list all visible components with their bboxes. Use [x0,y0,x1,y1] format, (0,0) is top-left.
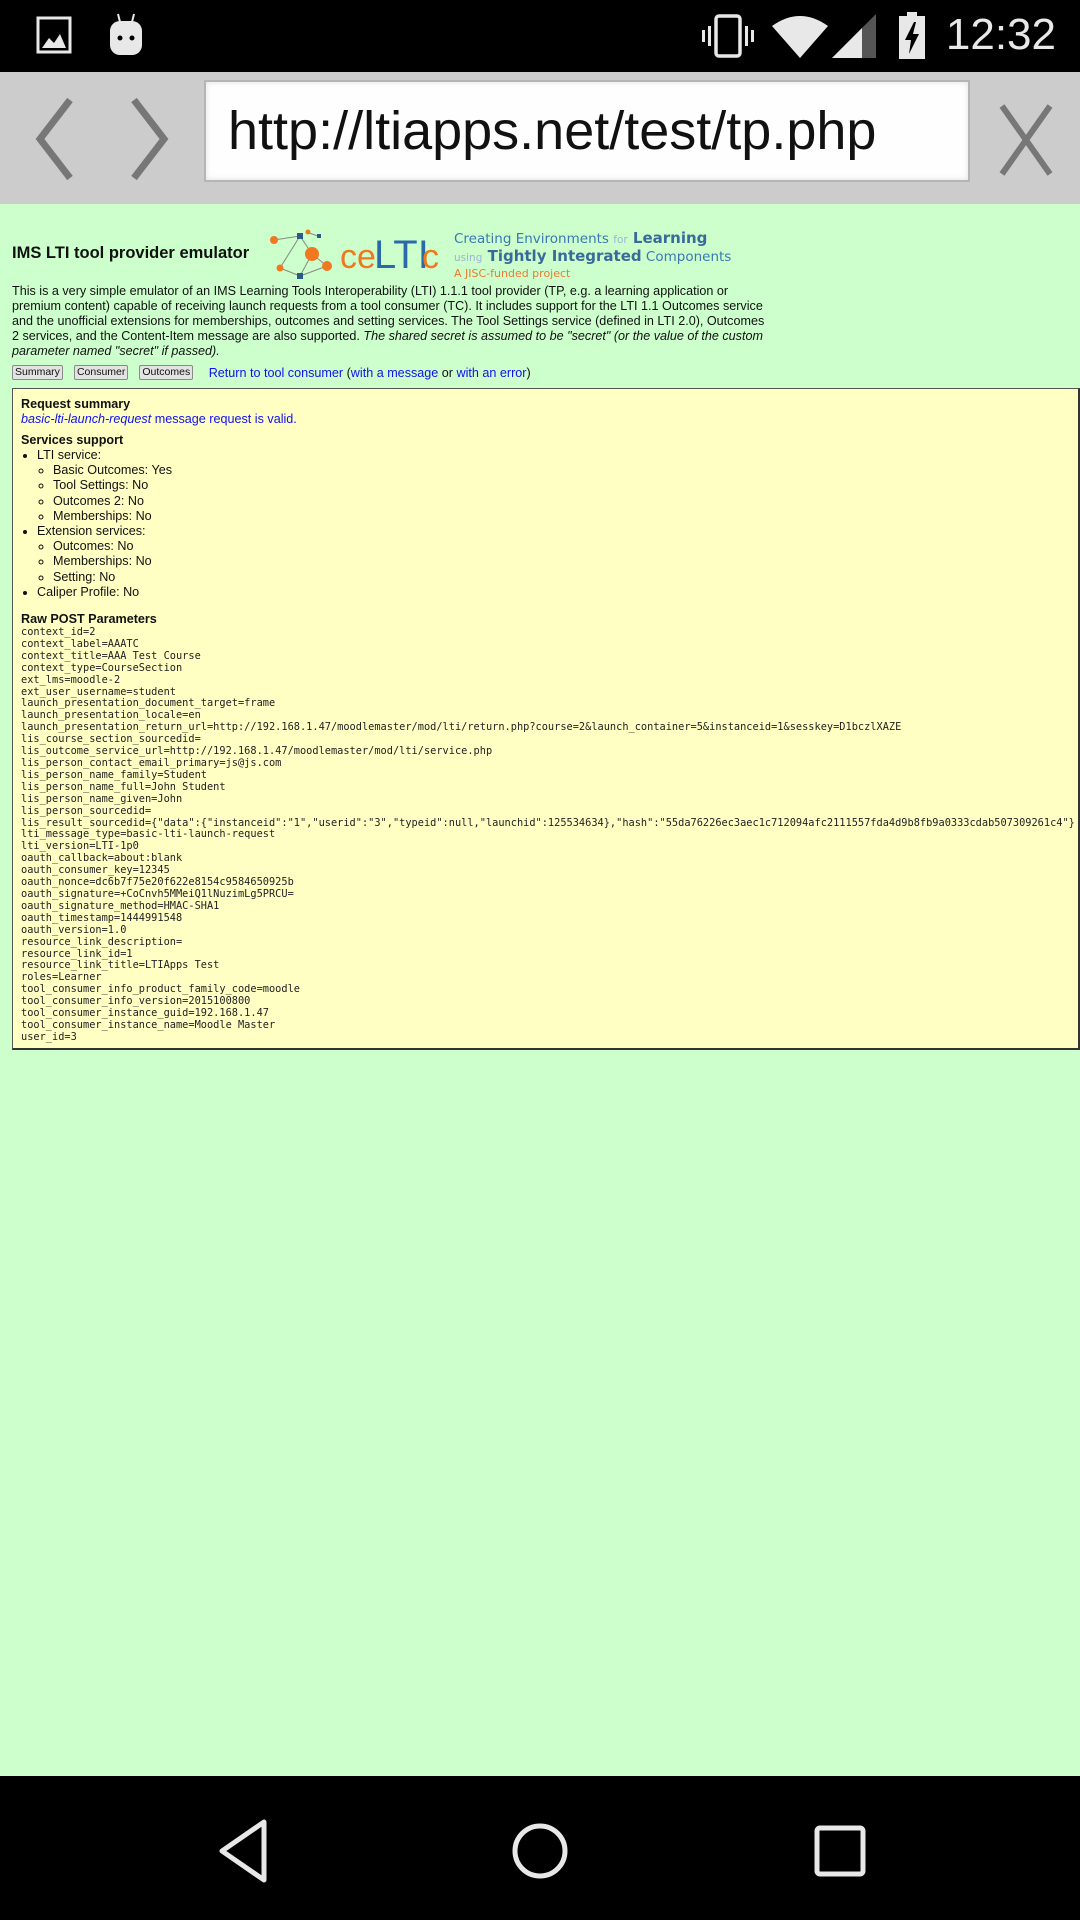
url-bar[interactable] [204,80,970,182]
service-item: Tool Settings: No [53,478,1071,493]
raw-param-line: lis_person_name_full=John Student [21,780,226,793]
service-item: Memberships: No [53,554,1071,569]
raw-param-line: context_type=CourseSection [21,661,183,674]
chevron-right-icon [131,97,169,181]
services-list: LTI service: Basic Outcomes: Yes Tool Se… [21,448,1071,600]
tagline-line-3: A JISC-funded project [454,267,571,280]
back-button[interactable] [28,94,88,184]
page-title: IMS LTI tool provider emulator [12,244,250,262]
validity-message: basic-lti-launch-request message request… [21,412,297,426]
raw-param-line: tool_consumer_info_product_family_code=m… [21,983,300,996]
return-with-error-link[interactable]: with an error [457,366,527,380]
raw-param-line: lis_person_contact_email_primary=js@js.c… [21,757,282,769]
raw-param-line: oauth_nonce=dc6b7f75e20f622e8154c9584650… [21,876,294,889]
raw-param-line: launch_presentation_document_target=fram… [21,697,276,710]
raw-param-line: resource_link_description= [21,935,183,948]
consumer-button[interactable]: Consumer [73,365,129,381]
service-group-caliper: Caliper Profile: No [37,585,1071,600]
raw-param-line: lis_course_section_sourcedid= [21,733,201,746]
raw-param-line: lis_result_sourcedid={"data":{"instancei… [21,816,1075,829]
nav-back-button[interactable] [208,1816,278,1886]
service-group-lti: LTI service: Basic Outcomes: Yes Tool Se… [37,448,1071,524]
service-item: Memberships: No [53,509,1071,524]
cell-signal-icon [832,14,876,58]
raw-post-heading: Raw POST Parameters [21,612,157,627]
service-group-extension: Extension services: Outcomes: No Members… [37,524,1071,585]
raw-param-line: lti_version=LTI-1p0 [21,840,139,853]
web-page: IMS LTI tool provider emulator ce LTI c … [0,204,1080,1776]
raw-param-line: tool_consumer_instance_guid=192.168.1.47 [21,1007,269,1020]
raw-param-line: lis_outcome_service_url=http://192.168.1… [21,745,493,758]
raw-param-line: ext_user_username=student [21,685,176,698]
raw-param-line: user_id=3 [21,1030,77,1043]
raw-param-line: lis_person_name_given=John [21,792,183,805]
wifi-icon [772,16,828,58]
nav-recents-button[interactable] [805,1816,875,1886]
raw-param-line: tool_consumer_info_version=2015100800 [21,995,251,1008]
nav-home-button[interactable] [505,1816,575,1886]
raw-param-line: launch_presentation_locale=en [21,709,201,722]
vibrate-icon [702,14,754,58]
chevron-left-icon [35,97,73,181]
image-notification-icon [36,16,72,54]
raw-param-line: ext_lms=moodle-2 [21,673,121,686]
back-triangle-icon [219,1819,267,1883]
return-to-consumer-link[interactable]: Return to tool consumer [209,366,343,380]
services-support-heading: Services support [21,433,124,447]
raw-param-line: oauth_timestamp=1444991548 [21,911,183,924]
clock: 12:32 [945,10,1056,59]
return-with-message-link[interactable]: with a message [351,366,439,380]
request-summary-panel: Request summary basic-lti-launch-request… [12,388,1080,1050]
recents-square-icon [814,1825,866,1877]
service-item: Setting: No [53,570,1071,585]
raw-post-parameters: context_id=2 context_label=AAATC context… [21,626,1075,1044]
raw-param-line: lis_person_name_family=Student [21,768,207,781]
url-input[interactable] [228,96,958,166]
logo-lti-text: LTI [374,233,429,277]
raw-param-line: context_title=AAA Test Course [21,649,201,662]
raw-param-line: roles=Learner [21,971,102,984]
raw-param-line: resource_link_id=1 [21,947,133,960]
raw-param-line: oauth_callback=about:blank [21,852,183,865]
raw-param-line: oauth_consumer_key=12345 [21,864,170,877]
android-notification-icon [110,13,142,55]
logo-tagline: Creating Environments for Learning using… [454,230,731,282]
raw-param-line: lti_message_type=basic-lti-launch-reques… [21,828,276,841]
close-button[interactable] [996,102,1056,178]
service-item: Outcomes 2: No [53,494,1071,509]
action-row: Summary Consumer Outcomes Return to tool c… [12,364,1072,384]
intro-paragraph: This is a very simple emulator of an IMS… [12,284,765,358]
raw-param-line: lis_person_sourcedid= [21,804,152,817]
system-nav-bar [0,1776,1080,1920]
page-header: IMS LTI tool provider emulator ce LTI c … [12,218,1072,280]
summary-button[interactable]: Summary [12,365,63,381]
raw-param-line: tool_consumer_instance_name=Moodle Maste… [21,1018,276,1031]
raw-param-line: oauth_version=1.0 [21,923,127,936]
logo-c-text: c [422,238,439,276]
raw-param-line: context_id=2 [21,626,96,639]
tagline-line-2: using Tightly Integrated Components [454,247,732,265]
tagline-line-1: Creating Environments for Learning [454,229,708,247]
status-bar: 12:32 [0,0,1080,72]
network-graphic-icon [270,229,332,279]
forward-button[interactable] [120,94,180,184]
close-icon [999,104,1053,176]
raw-param-line: oauth_signature=+CoCnvh5MMeiQ1lNuzimLg5P… [21,887,294,900]
raw-param-line: context_label=AAATC [21,637,139,650]
return-links: Return to tool consumer (with a message … [208,365,531,380]
raw-param-line: resource_link_title=LTIApps Test [21,959,220,972]
battery-charging-icon [899,12,925,59]
outcomes-button[interactable]: Outcomes [139,365,194,381]
service-item: Basic Outcomes: Yes [53,463,1071,478]
logo-ce-text: ce [340,238,376,276]
raw-param-line: oauth_signature_method=HMAC-SHA1 [21,899,220,912]
home-circle-icon [512,1823,568,1879]
raw-param-line: launch_presentation_return_url=http://19… [21,721,902,734]
celtic-logo: ce LTI c [270,229,439,279]
browser-toolbar [0,72,1080,204]
request-summary-heading: Request summary [21,397,131,411]
service-item: Outcomes: No [53,539,1071,554]
